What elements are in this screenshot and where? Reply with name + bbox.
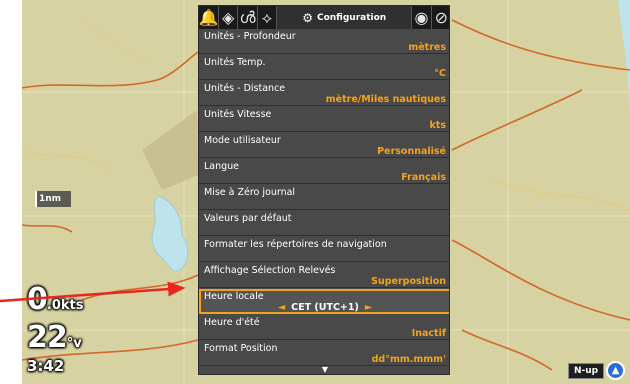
annotation-arrow xyxy=(0,281,186,303)
